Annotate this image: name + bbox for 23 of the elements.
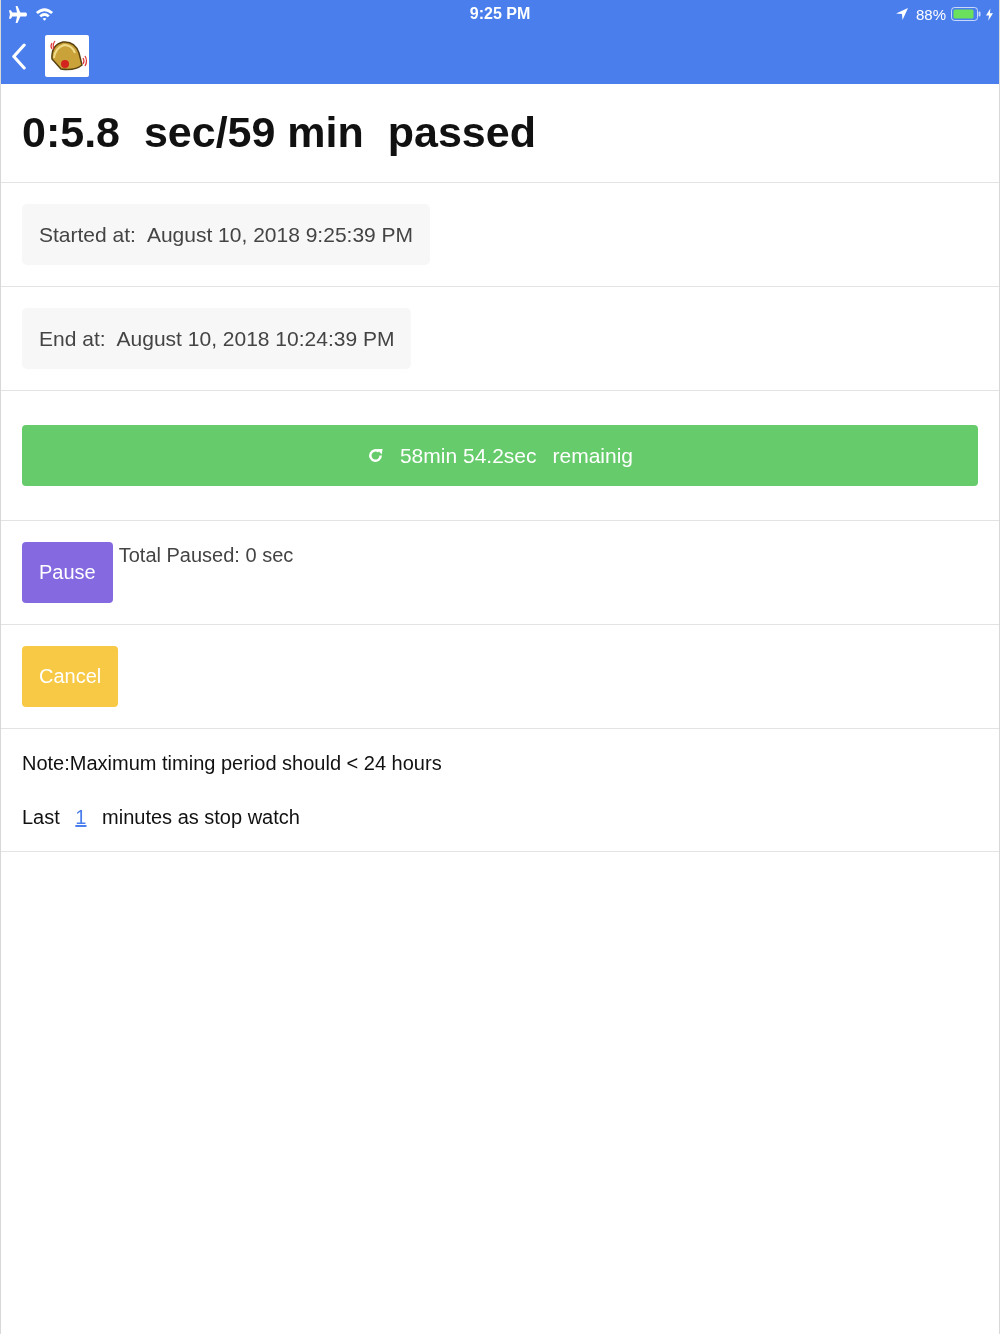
wifi-icon	[35, 7, 54, 21]
end-label: End at:	[39, 326, 106, 351]
total-paused-text: Total Paused: 0 sec	[118, 544, 294, 567]
ringing-bell-icon[interactable]	[45, 35, 89, 77]
stopwatch-sentence: Last 1 minutes as stop watch	[22, 805, 300, 830]
remaining-duration: 58min 54.2sec	[399, 443, 537, 468]
remaining-time-bar[interactable]: 58min 54.2sec remainig	[22, 425, 978, 486]
end-time-value: August 10, 2018 10:24:39 PM	[116, 326, 395, 351]
minutes-link[interactable]: 1	[65, 806, 97, 828]
status-time: 9:25 PM	[469, 5, 531, 23]
back-chevron-icon[interactable]	[11, 42, 27, 70]
start-label: Started at:	[39, 222, 136, 247]
battery-percent: 88%	[915, 5, 946, 23]
airplane-icon	[8, 5, 27, 23]
remaining-label: remainig	[552, 443, 634, 468]
refresh-icon	[366, 447, 384, 464]
location-arrow-icon	[895, 8, 908, 20]
elapsed-time-heading: 0:5.8 sec/59 min passed	[22, 107, 536, 158]
charging-bolt-icon	[986, 7, 993, 21]
battery-icon	[951, 7, 981, 21]
start-time-value: August 10, 2018 9:25:39 PM	[146, 222, 414, 247]
pause-button[interactable]: Pause	[22, 542, 113, 603]
note-text: Note:Maximum timing period should < 24 hours	[22, 751, 442, 776]
